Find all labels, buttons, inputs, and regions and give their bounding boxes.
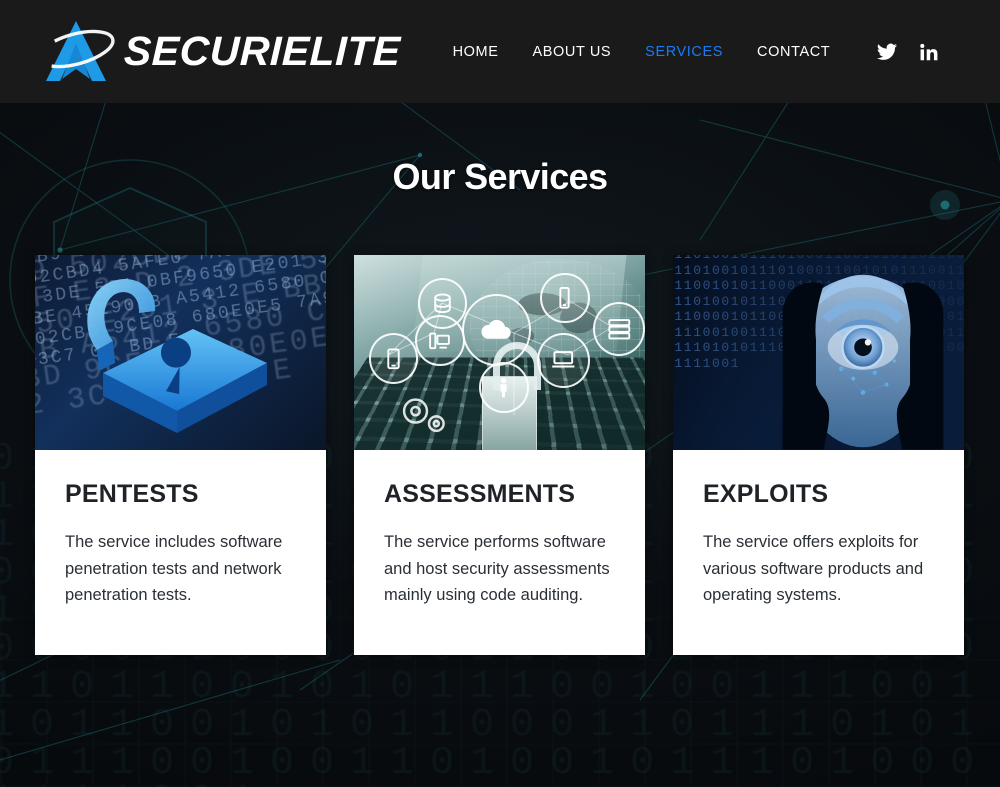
service-card-text: The service includes software penetratio…: [65, 533, 283, 604]
service-card-image-pentests: 0AE2B9 0D203 CB8 1 A 3 8 B 9 502CBD4 5AF…: [35, 255, 326, 450]
service-card-assessments[interactable]: ASSESSMENTS The service performs softwar…: [354, 255, 645, 655]
person-icon: [479, 362, 529, 413]
server-icon: [592, 301, 645, 357]
gears-icon: [402, 398, 445, 432]
service-card-title: EXPLOITS: [703, 480, 829, 508]
cloud-icon: [461, 294, 532, 367]
silhouette-eye-padlock-icon: [782, 274, 944, 449]
arrow-swoosh-logo-icon: [37, 20, 115, 81]
site-header: SECURIELITE HOME ABOUT US SERVICES CONTA…: [0, 0, 1000, 103]
service-card-text: The service offers exploits for various …: [703, 533, 924, 604]
social-links: [876, 41, 940, 63]
service-card-title: ASSESSMENTS: [384, 480, 576, 508]
nav-item-services[interactable]: SERVICES: [645, 36, 723, 68]
nav-item-contact[interactable]: CONTACT: [757, 36, 830, 68]
heads-eye-graphic: [766, 263, 958, 450]
main-navigation: HOME ABOUT US SERVICES CONTACT: [453, 36, 831, 68]
page-title: Our Services: [392, 156, 609, 197]
laptop-icon: [537, 333, 590, 388]
padlock-3d-icon: [87, 279, 267, 433]
brand-logo[interactable]: SECURIELITE: [32, 17, 401, 87]
service-card-image-assessments: [354, 255, 645, 450]
devices-icon: [415, 315, 465, 367]
smartphone-icon: [540, 272, 590, 324]
service-card-pentests[interactable]: 0AE2B9 0D203 CB8 1 A 3 8 B 9 502CBD4 5AF…: [35, 255, 326, 655]
service-card-title: PENTESTS: [65, 480, 199, 508]
service-card-body-assessments: ASSESSMENTS The service performs softwar…: [354, 450, 645, 609]
linkedin-icon[interactable]: [918, 41, 940, 63]
tablet-icon: [368, 333, 419, 384]
twitter-icon[interactable]: [876, 41, 898, 63]
service-card-text: The service performs software and host s…: [384, 533, 610, 604]
service-card-image-exploits: 0110100101110100011001010110110001101001…: [673, 255, 964, 450]
service-card-body-exploits: EXPLOITS The service offers exploits for…: [673, 450, 964, 609]
nav-item-home[interactable]: HOME: [453, 36, 499, 68]
service-card-body-pentests: PENTESTS The service includes software p…: [35, 450, 326, 609]
service-card-exploits[interactable]: 0110100101110100011001010110110001101001…: [673, 255, 964, 655]
page-root: 0110100101110100011001010110110001101001…: [0, 0, 1000, 787]
nav-item-about-us[interactable]: ABOUT US: [533, 36, 612, 68]
brand-name: SECURIELITE: [123, 28, 402, 74]
services-card-grid: 0AE2B9 0D203 CB8 1 A 3 8 B 9 502CBD4 5AF…: [35, 255, 965, 655]
